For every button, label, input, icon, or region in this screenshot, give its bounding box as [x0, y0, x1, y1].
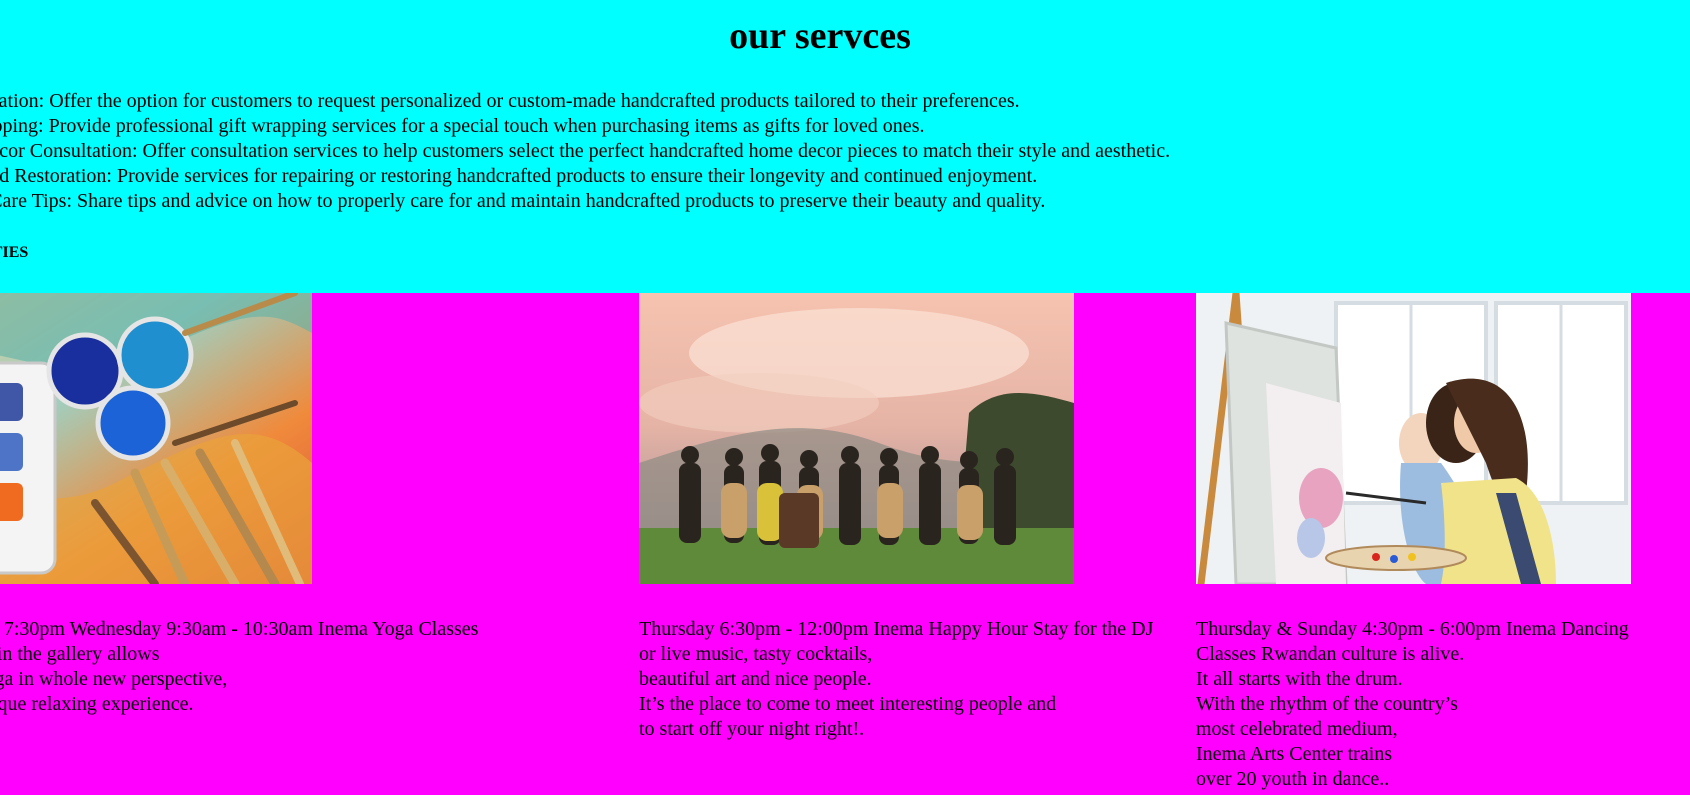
activity-dancing-line: over 20 youth in dance..: [1196, 768, 1390, 790]
activity-yoga-line: Tuesday 6:30pm - 7:30pm Wednesday 9:30am…: [0, 618, 479, 640]
service-item-customization: Customization: Offer the option for cust…: [0, 90, 1020, 112]
activity-yoga-line: you to explore yoga in whole new perspec…: [0, 668, 228, 690]
activity-happy-hour-line: It’s the place to come to meet interesti…: [639, 693, 1057, 715]
activity-dancing-line: Inema Arts Center trains: [1196, 743, 1393, 765]
services-title: our servces: [729, 15, 911, 57]
activity-dancing-line: It all starts with the drum.: [1196, 668, 1403, 690]
service-item-gift-wrapping: Gift Wrapping: Provide professional gift…: [0, 115, 925, 137]
activity-card-dancing: Thursday & Sunday 4:30pm - 6:00pm Inema …: [1196, 617, 1629, 792]
activity-dancing-line: With the rhythm of the country’s: [1196, 693, 1458, 715]
activity-dancing-line: Classes Rwandan culture is alive.: [1196, 643, 1465, 665]
dancers-image: [639, 293, 1074, 584]
activity-dancing-line: most celebrated medium,: [1196, 718, 1398, 740]
service-list: Customization: Offer the option for cust…: [0, 89, 1170, 214]
activity-happy-hour-line: beautiful art and nice people.: [639, 668, 872, 690]
services-section: our servces Customization: Offer the opt…: [0, 0, 1690, 293]
service-item-home-decor: Home Decor Consultation: Offer consultat…: [0, 140, 1171, 162]
activity-happy-hour-line: or live music, tasty cocktails,: [639, 643, 873, 665]
page: our servces Customization: Offer the opt…: [0, 0, 1690, 795]
paint-palette-image: [0, 293, 312, 584]
activity-dancing-line: Thursday & Sunday 4:30pm - 6:00pm Inema …: [1196, 618, 1629, 640]
service-item-repair: Repair and Restoration: Provide services…: [0, 165, 1038, 187]
activity-yoga-line: Our yoga session in the gallery allows: [0, 643, 160, 665]
service-item-care-tips: Product Care Tips: Share tips and advice…: [0, 190, 1046, 212]
activity-card-yoga: Tuesday 6:30pm - 7:30pm Wednesday 9:30am…: [0, 617, 478, 717]
activities-heading: ACTIVITIES: [0, 244, 29, 261]
painting-class-image: [1196, 293, 1631, 584]
activity-yoga-line: offering you a unique relaxing experienc…: [0, 693, 194, 715]
activity-happy-hour-line: to start off your night right!.: [639, 718, 865, 740]
activity-card-happy-hour: Thursday 6:30pm - 12:00pm Inema Happy Ho…: [639, 617, 1153, 742]
activity-happy-hour-line: Thursday 6:30pm - 12:00pm Inema Happy Ho…: [639, 618, 1154, 640]
